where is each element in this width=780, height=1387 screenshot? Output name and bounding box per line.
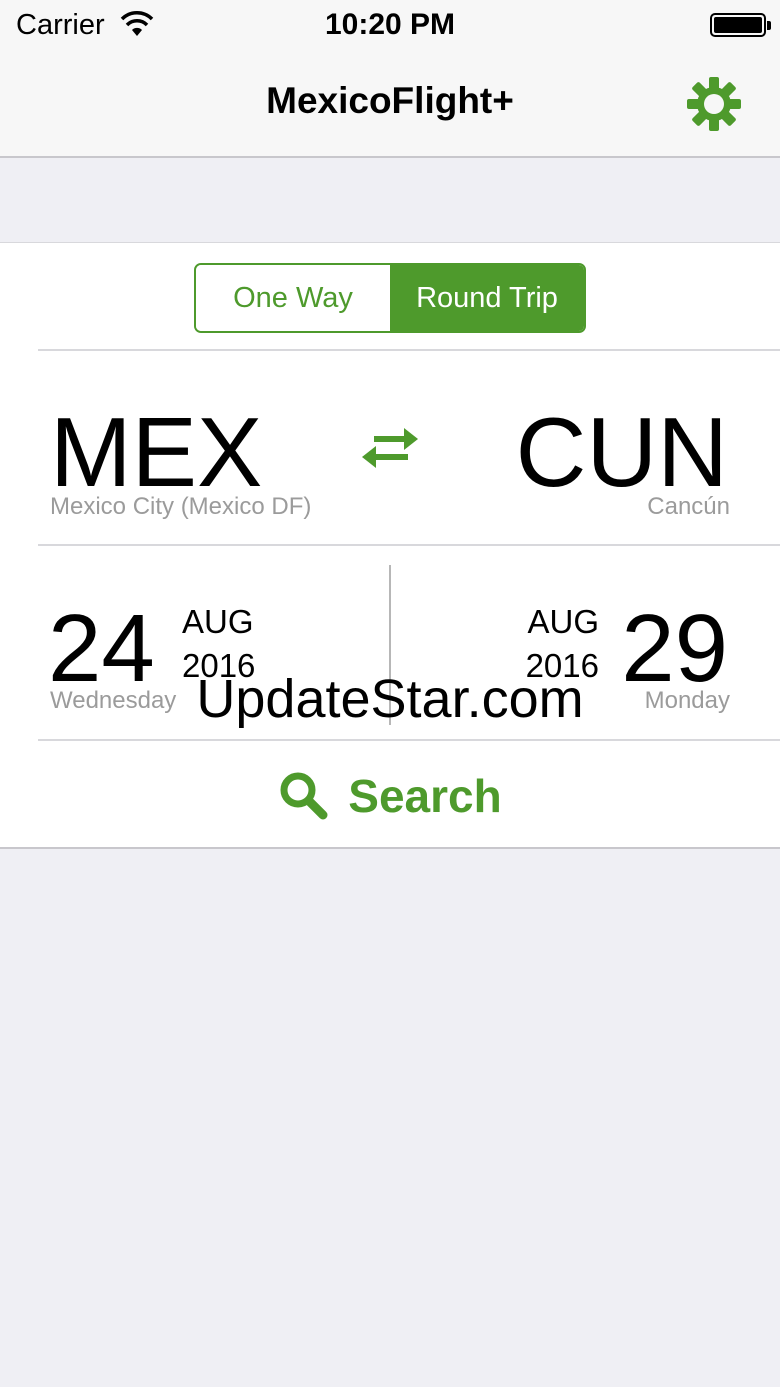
return-year: 2016 <box>525 647 599 684</box>
search-button[interactable]: Search <box>250 763 530 829</box>
departure-year: 2016 <box>182 647 256 684</box>
search-label: Search <box>348 770 502 822</box>
date-separator <box>389 565 391 725</box>
return-month: AUG <box>527 603 599 640</box>
divider <box>38 739 780 741</box>
origin-city: Mexico City (Mexico DF) <box>50 493 312 520</box>
gear-icon[interactable] <box>684 74 744 134</box>
departure-day: 24 <box>48 595 155 702</box>
navigation-bar: MexicoFlight+ <box>0 50 780 158</box>
round-trip-option[interactable]: Round Trip <box>390 265 584 331</box>
departure-month: AUG <box>182 603 254 640</box>
destination-city: Cancún <box>647 493 730 520</box>
swap-arrows-icon[interactable] <box>360 423 420 473</box>
search-form-card: One Way Round Trip MEX Mexico City (Mexi… <box>0 242 780 849</box>
origin-code: MEX <box>50 397 263 507</box>
return-date-selector[interactable]: 29 AUG 2016 Monday <box>400 573 740 723</box>
battery-icon <box>710 13 771 37</box>
app-title: MexicoFlight+ <box>266 80 514 121</box>
search-icon <box>280 772 328 820</box>
destination-selector[interactable]: CUN Cancún <box>440 383 740 528</box>
return-day: 29 <box>621 595 728 702</box>
status-bar: Carrier 10:20 PM <box>0 0 780 50</box>
departure-weekday: Wednesday <box>50 687 177 714</box>
one-way-option[interactable]: One Way <box>196 265 390 331</box>
origin-selector[interactable]: MEX Mexico City (Mexico DF) <box>40 383 360 528</box>
destination-code: CUN <box>515 397 728 507</box>
return-weekday: Monday <box>644 687 730 714</box>
departure-date-selector[interactable]: 24 AUG 2016 Wednesday <box>40 573 380 723</box>
clock: 10:20 PM <box>324 8 456 41</box>
divider <box>38 544 780 546</box>
trip-type-selector: One Way Round Trip <box>194 263 586 333</box>
divider <box>38 349 780 351</box>
